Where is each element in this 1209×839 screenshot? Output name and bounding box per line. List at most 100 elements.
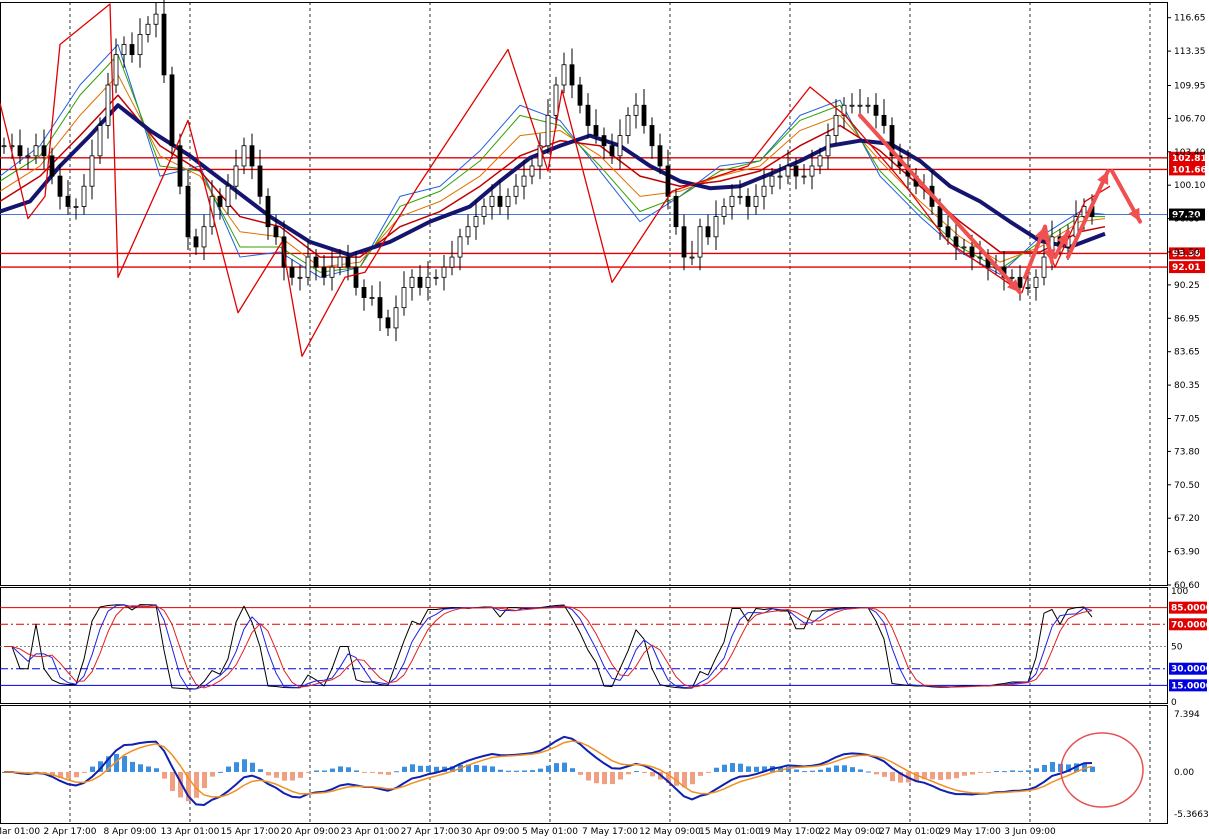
price-tick-label: 70.50: [1174, 481, 1200, 491]
macd-histogram-bar: [714, 767, 719, 772]
stoch-level-label: 70.0000: [1171, 620, 1209, 630]
macd-histogram-bar: [610, 771, 615, 785]
candle-body: [721, 206, 727, 217]
macd-histogram-bar: [866, 771, 871, 773]
candle-body: [681, 226, 687, 258]
macd-histogram-bar: [402, 766, 407, 772]
stoch-level-label: 85.0000: [1171, 604, 1209, 614]
price-tick-label: 86.95: [1174, 314, 1200, 324]
candle-body: [1025, 287, 1031, 289]
candle-body: [169, 74, 175, 147]
time-gridlines: [69, 2, 1151, 823]
candle-body: [193, 236, 199, 248]
candle-body: [345, 256, 351, 268]
macd-histogram-bar: [426, 765, 431, 772]
time-label: 8 Apr 09:00: [104, 827, 157, 837]
macd-histogram-bar: [410, 764, 415, 772]
chart-canvas: 102.81101.6693.3692.0197.20 85.000070.00…: [0, 0, 1209, 837]
candle-body: [1009, 276, 1015, 279]
candle-body: [481, 206, 487, 217]
macd-histogram-bar: [522, 770, 527, 772]
macd-tick-label: -5.3663: [1174, 810, 1209, 820]
candle-body: [953, 236, 959, 248]
candle-body: [265, 195, 271, 228]
candle-body: [873, 104, 879, 116]
macd-histogram-bar: [418, 765, 423, 772]
candle-body: [585, 104, 591, 126]
level-label: 92.01: [1172, 263, 1200, 273]
time-label: 27 Apr 17:00: [401, 827, 460, 837]
panel-border-0: [0, 2, 1168, 586]
macd-histogram-bar: [994, 770, 999, 772]
candle-body: [945, 226, 951, 238]
candle-body: [689, 256, 695, 259]
candle-body: [625, 114, 631, 137]
macd-tick-label: 7.394: [1174, 710, 1200, 720]
macd-histogram-bar: [626, 771, 631, 775]
candle-body: [89, 155, 95, 187]
candle-body: [25, 155, 31, 158]
time-label: 27 May 01:00: [879, 827, 941, 837]
macd-histogram-bar: [90, 766, 95, 772]
candle-body: [473, 216, 479, 228]
macd-histogram-bar: [722, 764, 727, 772]
candle-body: [81, 185, 87, 207]
macd-histogram-bar: [146, 766, 151, 772]
stoch-level-label: 30.0000: [1171, 665, 1209, 675]
macd-histogram-bar: [986, 771, 991, 773]
macd-histogram-bar: [826, 767, 831, 772]
candle-body: [121, 44, 127, 56]
candle-body: [561, 64, 567, 86]
macd-histogram-bar: [298, 771, 303, 778]
candle-body: [401, 287, 407, 309]
trading-chart: 102.81 101.66 93.36 92.01 97.20 85.0000 70.00…: [0, 0, 1209, 839]
candle-body: [321, 266, 327, 278]
macd-histogram-bar: [210, 771, 215, 777]
macd-histogram-bar: [1034, 768, 1039, 772]
candle-body: [489, 195, 495, 207]
macd-histogram-bar: [642, 771, 647, 774]
price-tick-label: 100.10: [1174, 181, 1206, 191]
candle-body: [465, 226, 471, 238]
macd-histogram-bar: [338, 766, 343, 772]
macd-histogram-bar: [690, 771, 695, 785]
candle-body: [17, 145, 23, 157]
candle-body: [793, 165, 799, 177]
macd-histogram-bar: [82, 771, 87, 773]
time-label: 15 Apr 17:00: [221, 827, 280, 837]
candle-body: [449, 256, 455, 268]
macd-histogram-bar: [138, 764, 143, 772]
macd-histogram-bar: [930, 771, 935, 780]
macd-histogram-bar: [290, 771, 295, 781]
macd-histogram-bar: [378, 771, 383, 775]
candle-body: [833, 114, 839, 137]
candle-body: [361, 287, 367, 298]
candle-body: [65, 195, 71, 207]
macd-histogram-bar: [226, 766, 231, 772]
candle-body: [113, 54, 119, 86]
candle-body: [665, 165, 671, 197]
candle-body: [593, 125, 599, 137]
candle-body: [961, 246, 967, 249]
price-tick-label: 83.65: [1174, 348, 1200, 358]
candle-body: [249, 145, 255, 167]
candle-body: [785, 165, 791, 177]
macd-histogram-bar: [594, 771, 599, 784]
candle-body: [713, 216, 719, 238]
candle-body: [937, 206, 943, 228]
macd-histogram-bar: [730, 763, 735, 772]
price-tick-label: 90.25: [1174, 281, 1200, 291]
macd-histogram-bar: [970, 771, 975, 775]
time-label: 19 May 17:00: [759, 827, 821, 837]
candle-body: [641, 104, 647, 126]
candle-body: [857, 104, 863, 107]
candle-body: [769, 175, 775, 187]
candle-body: [801, 175, 807, 178]
candle-body: [609, 145, 615, 157]
candle-body: [49, 155, 55, 177]
macd-histogram-bar: [858, 769, 863, 772]
candle-body: [601, 135, 607, 147]
macd-histogram-bar: [890, 771, 895, 782]
macd-histogram-bar: [234, 762, 239, 772]
time-label: 5 May 01:00: [522, 827, 578, 837]
